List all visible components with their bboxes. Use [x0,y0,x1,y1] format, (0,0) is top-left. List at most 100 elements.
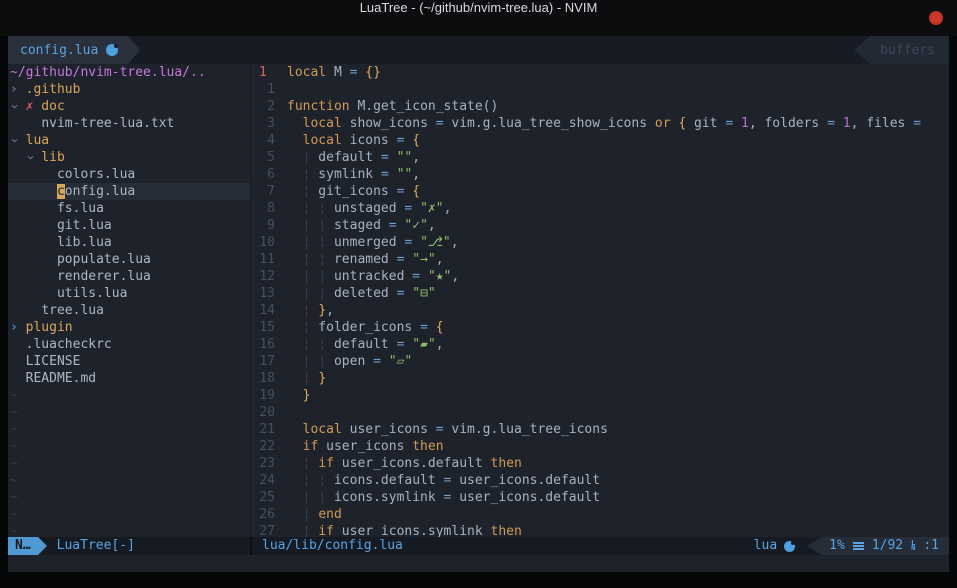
code-line[interactable]: 10 ¦ ¦ unmerged = "⎇", [251,234,949,251]
tab-config-lua[interactable]: config.lua [8,36,128,64]
tree-item-lua[interactable]: › lua [8,132,250,149]
tree-item-nvim-tree-lua-txt[interactable]: nvim-tree-lua.txt [8,115,250,132]
command-line[interactable] [8,555,949,572]
empty-line-tilde: ~ [8,421,250,438]
cursor-position: 1/92 [872,537,903,555]
chevron-down-icon[interactable]: › [21,154,38,162]
code-line[interactable]: 15 ¦ folder_icons = { [251,319,949,336]
code-line[interactable]: 17 ¦ ¦ open = "▱" [251,353,949,370]
code-line[interactable]: 3 local show_icons = vim.g.lua_tree_show… [251,115,949,132]
line-number: 23 [251,455,275,472]
tree-item--github[interactable]: › .github [8,81,250,98]
code-line[interactable]: 19 } [251,387,949,404]
code-line[interactable]: 2function M.get_icon_state() [251,98,949,115]
lua-icon [784,541,795,552]
code-line[interactable]: 11 ¦ ¦ renamed = "→", [251,251,949,268]
code-line[interactable]: 26 ¦ end [251,506,949,523]
empty-line-tilde: ~ [8,523,250,537]
code-line[interactable]: 27 ¦ if user_icons.symlink then [251,523,949,537]
tree-item-label: plugin [26,320,73,335]
code-line[interactable]: 13 ¦ ¦ deleted = "⊟" [251,285,949,302]
code-line[interactable]: 1 [251,81,949,98]
chevron-right-icon[interactable]: › [10,81,18,98]
tree-item-label: git.lua [57,218,112,233]
line-number: 7 [251,183,275,200]
line-number: 9 [251,217,275,234]
tree-item-doc[interactable]: › ✗ doc [8,98,250,115]
code-line[interactable]: 1local M = {} [251,64,949,81]
code-line[interactable]: 6 ¦ symlink = "", [251,166,949,183]
chevron-down-icon[interactable]: › [8,137,22,145]
tree-item-label: colors.lua [57,167,135,182]
file-tree: ~/github/nvim-tree.lua/..› .github› ✗ do… [8,64,251,537]
tree-item-git-lua[interactable]: git.lua [8,217,250,234]
empty-line-tilde: ~ [8,438,250,455]
line-number: 2 [251,98,275,115]
line-number: 26 [251,506,275,523]
tree-item-fs-lua[interactable]: fs.lua [8,200,250,217]
tree-item-label: utils.lua [57,286,127,301]
code-line[interactable]: 12 ¦ ¦ untracked = "★", [251,268,949,285]
tree-item-readme-md[interactable]: README.md [8,370,250,387]
window-title: LuaTree - (~/github/nvim-tree.lua) - NVI… [0,0,957,15]
code-line[interactable]: 22 if user_icons then [251,438,949,455]
line-number: 18 [251,370,275,387]
line-number: 17 [251,353,275,370]
code-line[interactable]: 23 ¦ if user_icons.default then [251,455,949,472]
statusline-code: lua/lib/config.lua lua 1% 1/92 LN :1 [252,537,949,555]
line-number: 12 [251,268,275,285]
empty-line-tilde: ~ [8,489,250,506]
tree-item-plugin[interactable]: › plugin [8,319,250,336]
tree-item-renderer-lua[interactable]: renderer.lua [8,268,250,285]
code-line[interactable]: 21 local user_icons = vim.g.lua_tree_ico… [251,421,949,438]
tree-item-lib-lua[interactable]: lib.lua [8,234,250,251]
line-number: 20 [251,404,275,421]
title-bar: LuaTree - (~/github/nvim-tree.lua) - NVI… [0,0,957,36]
code-line[interactable]: 18 ¦ } [251,370,949,387]
code-line[interactable]: 7 ¦ git_icons = { [251,183,949,200]
chevron-down-icon[interactable]: › [8,103,22,111]
line-number: 11 [251,251,275,268]
line-number: 10 [251,234,275,251]
code-line[interactable]: 9 ¦ ¦ staged = "✓", [251,217,949,234]
statusline-tree: N… LuaTree[-] [8,537,250,555]
tree-item-populate-lua[interactable]: populate.lua [8,251,250,268]
line-number: 1 [251,81,275,98]
tree-item-label: LICENSE [26,354,81,369]
code-line[interactable]: 14 ¦ }, [251,302,949,319]
tree-item-license[interactable]: LICENSE [8,353,250,370]
line-number: 8 [251,200,275,217]
chevron-right-icon[interactable]: › [10,319,18,336]
code-line[interactable]: 4 local icons = { [251,132,949,149]
tabline: config.lua buffers [8,36,949,64]
lua-icon [106,44,118,56]
line-number: 4 [251,132,275,149]
tree-item-config-lua[interactable]: config.lua [8,183,250,200]
code-line[interactable]: 8 ¦ ¦ unstaged = "✗", [251,200,949,217]
code-line[interactable]: 5 ¦ default = "", [251,149,949,166]
code-line[interactable]: 25 ¦ ¦ icons.symlink = user_icons.defaul… [251,489,949,506]
tree-item-colors-lua[interactable]: colors.lua [8,166,250,183]
tree-root-path[interactable]: ~/github/nvim-tree.lua/.. [8,64,250,81]
empty-line-tilde: ~ [8,455,250,472]
tree-item-tree-lua[interactable]: tree.lua [8,302,250,319]
editor-split: ~/github/nvim-tree.lua/..› .github› ✗ do… [8,64,949,537]
empty-line-tilde: ~ [8,472,250,489]
close-button[interactable] [929,11,943,25]
position-segment: 1% 1/92 LN :1 [807,537,949,555]
line-number: 19 [251,387,275,404]
tree-item--luacheckrc[interactable]: .luacheckrc [8,336,250,353]
code-line[interactable]: 16 ¦ ¦ default = "▰", [251,336,949,353]
code-line[interactable]: 24 ¦ ¦ icons.default = user_icons.defaul… [251,472,949,489]
tree-item-label: populate.lua [57,252,151,267]
tree-item-utils-lua[interactable]: utils.lua [8,285,250,302]
line-number: 14 [251,302,275,319]
tree-item-label: renderer.lua [57,269,151,284]
tree-item-label: config.lua [57,184,135,199]
line-number-icon: LN [911,541,915,551]
empty-line-tilde: ~ [8,387,250,404]
code-line[interactable]: 20 [251,404,949,421]
tree-item-label: lua [26,133,49,148]
buffers-label[interactable]: buffers [854,36,949,64]
tree-item-lib[interactable]: › lib [8,149,250,166]
